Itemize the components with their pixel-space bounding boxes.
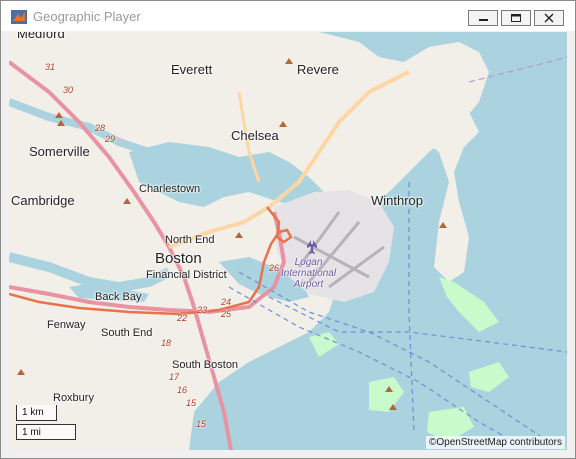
scale-bar-mi-label: 1 mi (22, 427, 41, 438)
place-label-revere: Revere (297, 62, 339, 77)
minimize-icon (479, 19, 488, 21)
map-view[interactable]: Medford Everett Revere Chelsea Somervill… (9, 32, 567, 450)
map-base (9, 32, 567, 450)
airport-label-line3: Airport (293, 279, 324, 290)
road-number-17: 17 (169, 372, 180, 382)
road-number-15: 15 (186, 398, 197, 408)
road-number-22: 22 (177, 313, 188, 323)
maximize-icon (511, 14, 521, 22)
title-bar[interactable]: Geographic Player (1, 1, 575, 31)
window-title: Geographic Player (33, 9, 141, 24)
road-number-26: 26 (269, 263, 280, 273)
place-label-roxbury: Roxbury (53, 392, 94, 404)
place-label-south-end: South End (101, 327, 153, 339)
place-label-boston: Boston (155, 250, 202, 267)
road-number-31: 31 (45, 62, 56, 72)
place-label-chelsea: Chelsea (231, 128, 279, 143)
place-label-fenway: Fenway (47, 319, 86, 331)
airport-label: Logan International Airport (281, 257, 336, 290)
place-label-everett: Everett (171, 62, 213, 77)
road-number-24: 24 (221, 297, 232, 307)
place-label-financial-district: Financial District (146, 269, 227, 281)
road-number-29: 29 (105, 134, 116, 144)
maximize-button[interactable] (501, 10, 531, 26)
scale-bar-km-label: 1 km (22, 407, 44, 418)
scale-bar-km: 1 km (16, 405, 57, 421)
road-number-28: 28 (95, 123, 106, 133)
matlab-app-icon (11, 10, 27, 24)
place-label-south-boston: South Boston (172, 359, 239, 371)
geographic-player-window: Geographic Player Medford Everett Revere… (0, 0, 576, 459)
place-label-back-bay: Back Bay (95, 291, 142, 303)
close-icon (544, 13, 554, 23)
place-label-cambridge: Cambridge (11, 193, 75, 208)
airport-label-line2: International (281, 268, 337, 279)
road-number-23: 23 (197, 305, 208, 315)
close-button[interactable] (534, 10, 564, 26)
road-number-16: 16 (177, 385, 188, 395)
place-label-north-end: North End (165, 234, 215, 246)
airport-label-line1: Logan (294, 257, 323, 268)
map-attribution[interactable]: ©OpenStreetMap contributors (426, 436, 565, 449)
place-label-somerville: Somerville (29, 144, 90, 159)
place-label-medford: Medford (17, 32, 65, 41)
place-label-winthrop: Winthrop (371, 193, 424, 208)
road-number-18: 18 (161, 338, 172, 348)
road-number-25: 25 (221, 309, 232, 319)
minimize-button[interactable] (468, 10, 498, 26)
road-number-30: 30 (63, 85, 74, 95)
place-label-charlestown: Charlestown (139, 183, 201, 195)
road-number-15-south: 15 (196, 419, 207, 429)
scale-bar-mi: 1 mi (16, 424, 76, 440)
